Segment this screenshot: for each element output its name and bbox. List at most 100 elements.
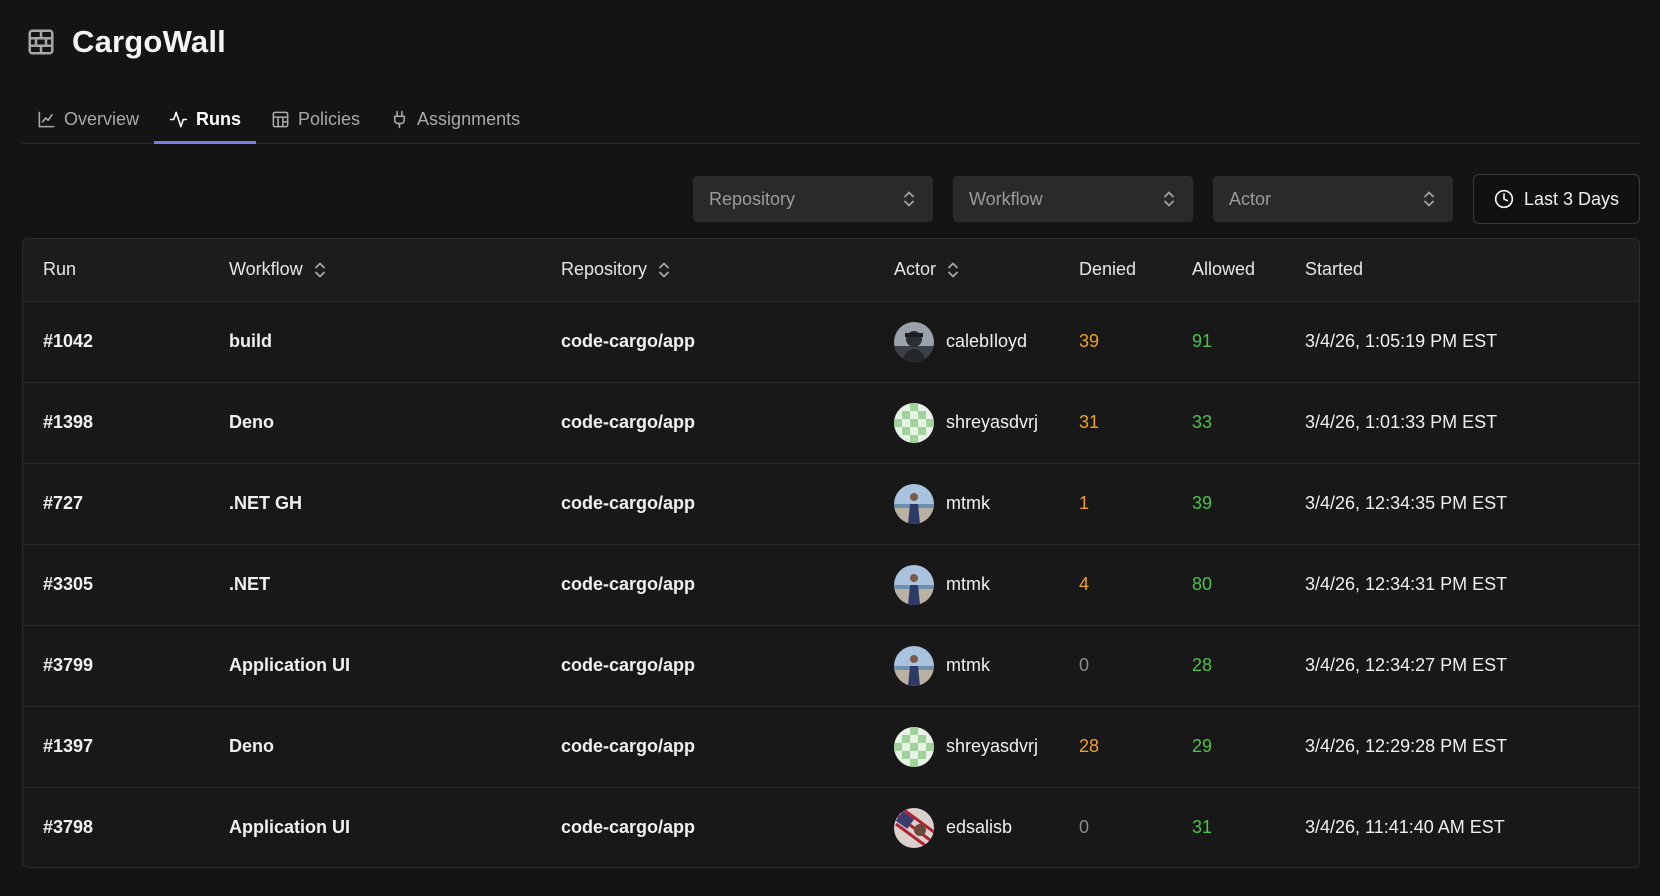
workflow-cell: Deno bbox=[229, 736, 274, 756]
allowed-count-cell: 33 bbox=[1192, 412, 1213, 432]
app-header: CargoWall bbox=[26, 24, 226, 60]
denied-count-cell: 31 bbox=[1079, 412, 1100, 432]
repository-cell: code-cargo/app bbox=[561, 817, 696, 838]
actor-name: shreyasdvrj bbox=[946, 412, 1039, 432]
started-cell: 3/4/26, 12:29:28 PM EST bbox=[1305, 736, 1508, 756]
table-row[interactable]: #1042 build code-cargo/app calebIloyd 39 91 3/… bbox=[23, 301, 1639, 382]
avatar bbox=[894, 807, 934, 848]
table-row[interactable]: #1397 Deno code-cargo/app shreyasdvrj 28 29 3/… bbox=[23, 706, 1639, 787]
started-cell: 3/4/26, 12:34:31 PM EST bbox=[1305, 574, 1508, 594]
workflow-select-placeholder: Workflow bbox=[968, 188, 1043, 209]
denied-count-cell: 0 bbox=[1079, 817, 1090, 838]
allowed-count-cell: 91 bbox=[1192, 331, 1213, 351]
tab-label: Runs bbox=[196, 109, 242, 129]
column-header-run: Run bbox=[23, 239, 209, 302]
runs-table: Run Workflow Repository Actor Denied All… bbox=[22, 238, 1640, 868]
date-range-label: Last 3 Days bbox=[1523, 188, 1619, 209]
chevrons-up-down-icon bbox=[1161, 190, 1177, 208]
date-range-button[interactable]: Last 3 Days bbox=[1472, 174, 1640, 224]
tab-runs[interactable]: Runs bbox=[154, 98, 257, 144]
avatar bbox=[894, 726, 934, 767]
run-number-cell[interactable]: #1398 bbox=[23, 382, 209, 463]
table-row[interactable]: #1398 Deno code-cargo/app shreyasdvrj 31 33 3/… bbox=[23, 382, 1639, 463]
repository-select-placeholder: Repository bbox=[708, 188, 795, 209]
avatar bbox=[894, 402, 934, 443]
workflow-cell: .NET GH bbox=[229, 493, 303, 513]
actor-cell: mtmk bbox=[874, 544, 1059, 625]
run-number-cell[interactable]: #727 bbox=[23, 463, 209, 544]
actor-name: edsalisb bbox=[946, 817, 1013, 838]
actor-name: shreyasdvrj bbox=[946, 736, 1039, 756]
actor-name: calebIloyd bbox=[946, 331, 1028, 351]
app-title: CargoWall bbox=[72, 24, 226, 59]
run-number-cell[interactable]: #1042 bbox=[23, 301, 209, 382]
run-number-cell[interactable]: #3305 bbox=[23, 544, 209, 625]
column-header-denied: Denied bbox=[1059, 239, 1172, 302]
avatar bbox=[894, 645, 934, 686]
run-number-cell[interactable]: #1397 bbox=[23, 706, 209, 787]
repository-cell: code-cargo/app bbox=[561, 736, 696, 756]
table-row[interactable]: #3305 .NET code-cargo/app mtmk 4 80 3/4/26, 12… bbox=[23, 544, 1639, 625]
sort-icon bbox=[946, 261, 960, 279]
workflow-cell: Application UI bbox=[229, 655, 350, 675]
chevrons-up-down-icon bbox=[901, 190, 917, 208]
workflow-cell: Deno bbox=[229, 412, 274, 432]
actor-cell: mtmk bbox=[874, 625, 1059, 706]
table-row[interactable]: #3798 Application UI code-cargo/app edsalis… bbox=[23, 787, 1639, 867]
actor-cell: edsalisb bbox=[874, 787, 1059, 867]
denied-count-cell: 39 bbox=[1079, 331, 1100, 351]
actor-select[interactable]: Actor bbox=[1212, 176, 1453, 222]
tab-policies[interactable]: Policies bbox=[256, 98, 375, 144]
started-cell: 3/4/26, 1:01:33 PM EST bbox=[1305, 412, 1498, 432]
actor-name: mtmk bbox=[946, 574, 990, 594]
run-number-cell[interactable]: #3799 bbox=[23, 625, 209, 706]
chevrons-up-down-icon bbox=[1421, 190, 1437, 208]
filter-bar: Repository Workflow Actor Last 3 Days bbox=[692, 174, 1640, 224]
repository-select[interactable]: Repository bbox=[692, 176, 933, 222]
plug-icon bbox=[390, 110, 409, 129]
actor-cell: shreyasdvrj bbox=[874, 382, 1059, 463]
allowed-count-cell: 28 bbox=[1192, 655, 1213, 675]
table-row[interactable]: #727 .NET GH code-cargo/app mtmk 1 39 3/4/26, … bbox=[23, 463, 1639, 544]
repository-cell: code-cargo/app bbox=[561, 412, 696, 432]
denied-count-cell: 1 bbox=[1079, 493, 1090, 513]
nav-tabs: Overview Runs Policies Assignments bbox=[22, 98, 1640, 144]
line-chart-icon bbox=[37, 110, 56, 129]
actor-select-placeholder: Actor bbox=[1228, 188, 1271, 209]
column-header-workflow[interactable]: Workflow bbox=[209, 239, 541, 302]
actor-name: mtmk bbox=[946, 493, 990, 513]
actor-name: mtmk bbox=[946, 655, 990, 675]
tab-label: Policies bbox=[298, 109, 361, 129]
column-header-started: Started bbox=[1285, 239, 1639, 302]
column-header-actor[interactable]: Actor bbox=[874, 239, 1059, 302]
run-number-cell[interactable]: #3798 bbox=[23, 787, 209, 867]
tab-label: Overview bbox=[64, 109, 140, 129]
table-row[interactable]: #3799 Application UI code-cargo/app mtmk 0 28… bbox=[23, 625, 1639, 706]
repository-cell: code-cargo/app bbox=[561, 655, 696, 675]
repository-cell: code-cargo/app bbox=[561, 574, 696, 594]
actor-cell: mtmk bbox=[874, 463, 1059, 544]
brick-wall-icon bbox=[26, 27, 56, 57]
layout-grid-icon bbox=[271, 110, 290, 129]
repository-cell: code-cargo/app bbox=[561, 493, 696, 513]
column-header-repository[interactable]: Repository bbox=[541, 239, 874, 302]
started-cell: 3/4/26, 12:34:35 PM EST bbox=[1305, 493, 1508, 513]
sort-icon bbox=[657, 261, 671, 279]
workflow-cell: Application UI bbox=[229, 817, 350, 838]
actor-cell: calebIloyd bbox=[874, 301, 1059, 382]
actor-cell: shreyasdvrj bbox=[874, 706, 1059, 787]
denied-count-cell: 4 bbox=[1079, 574, 1090, 594]
workflow-select[interactable]: Workflow bbox=[952, 176, 1193, 222]
tab-overview[interactable]: Overview bbox=[22, 98, 154, 144]
column-header-allowed: Allowed bbox=[1172, 239, 1285, 302]
tab-label: Assignments bbox=[417, 109, 521, 129]
denied-count-cell: 28 bbox=[1079, 736, 1100, 756]
activity-icon bbox=[169, 110, 188, 129]
denied-count-cell: 0 bbox=[1079, 655, 1090, 675]
tab-assignments[interactable]: Assignments bbox=[375, 98, 535, 144]
sort-icon bbox=[313, 261, 327, 279]
started-cell: 3/4/26, 1:05:19 PM EST bbox=[1305, 331, 1498, 351]
started-cell: 3/4/26, 12:34:27 PM EST bbox=[1305, 655, 1508, 675]
clock-icon bbox=[1494, 189, 1514, 209]
avatar bbox=[894, 564, 934, 605]
